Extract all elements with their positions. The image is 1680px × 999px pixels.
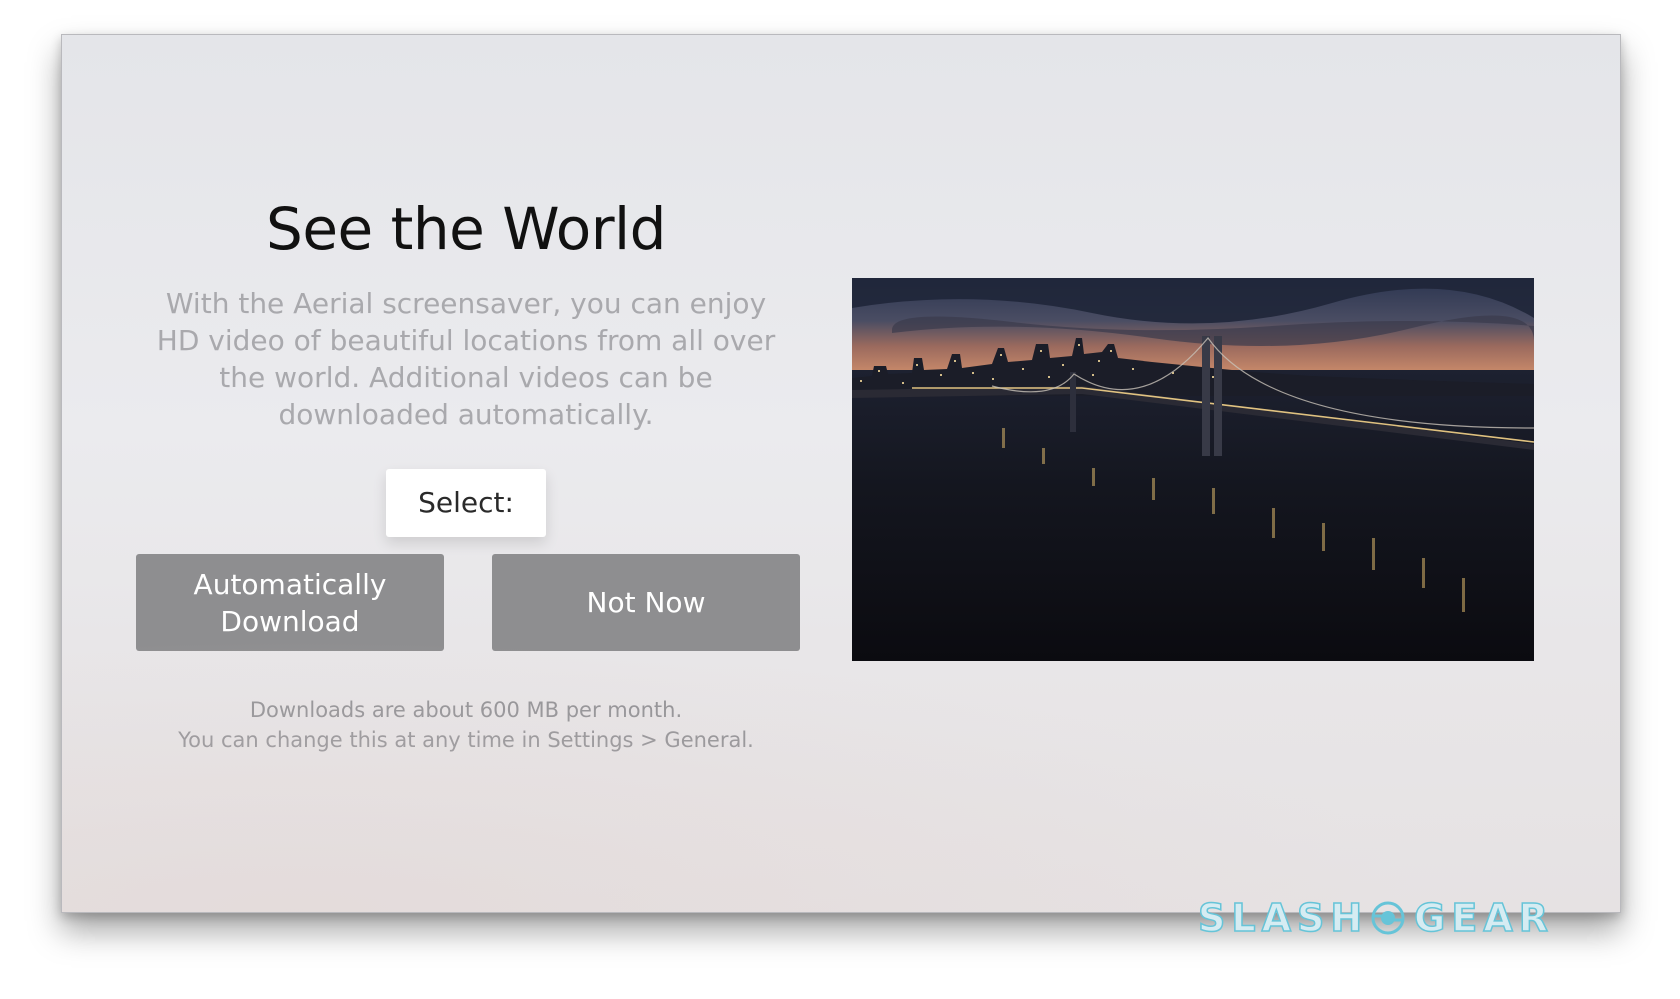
gear-icon [1371,901,1405,935]
watermark-left: SLASH [1197,895,1369,941]
description-text: With the Aerial screensaver, you can enj… [156,287,776,431]
watermark-right: GEAR [1413,895,1554,941]
onboarding-panel: See the World With the Aerial screensave… [124,35,808,912]
watermark: SLASH GEAR [1197,895,1554,941]
footnote-line-1: Downloads are about 600 MB per month. [249,698,683,722]
footnote-line-2: You can change this at any time in Setti… [178,728,754,752]
automatically-download-label-line2: Download [220,604,360,638]
select-label: Select: [386,469,546,537]
page-title: See the World [266,195,666,263]
tv-screen: See the World With the Aerial screensave… [61,34,1621,913]
not-now-button[interactable]: Not Now [492,554,800,651]
aerial-video-preview [852,278,1534,661]
download-footnote: Downloads are about 600 MB per month. Yo… [124,695,808,755]
automatically-download-button[interactable]: Automatically Download [136,554,444,651]
automatically-download-label-line1: Automatically [193,567,387,601]
bridge-night-image [852,278,1534,661]
